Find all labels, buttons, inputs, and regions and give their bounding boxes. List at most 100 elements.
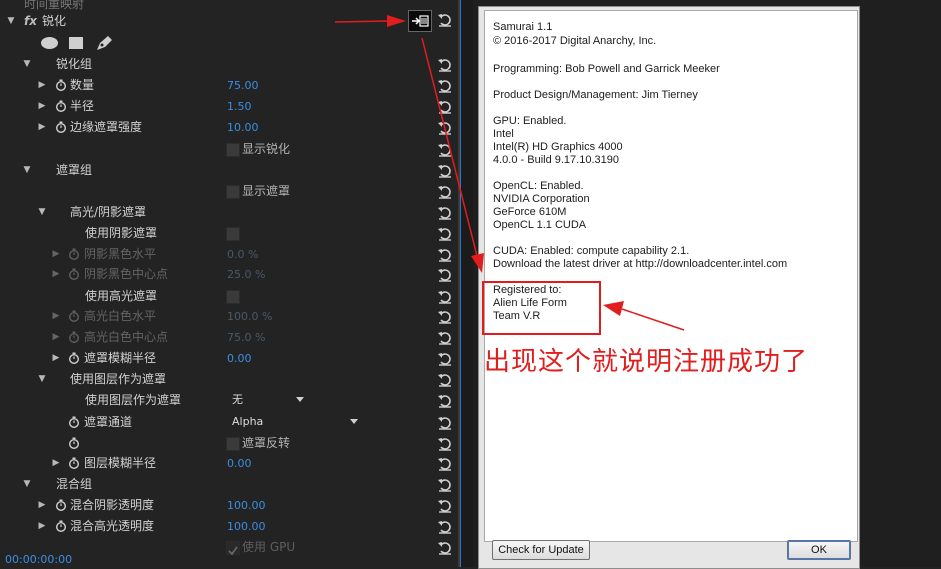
check-for-update-button[interactable]: Check for Update [492, 540, 590, 560]
reset-icon[interactable] [437, 226, 453, 241]
pen-mask-icon[interactable] [95, 35, 113, 51]
property-row[interactable]: ▼ 混合组 [0, 474, 458, 495]
reset-icon[interactable] [437, 456, 453, 471]
collapse-triangle-icon[interactable]: ▼ [6, 11, 16, 32]
stopwatch-icon[interactable] [68, 416, 80, 428]
collapse-triangle-icon[interactable]: ▼ [37, 202, 47, 223]
reset-icon[interactable] [437, 309, 453, 324]
reset-icon[interactable] [437, 99, 453, 114]
property-row[interactable]: 遮罩反转 [0, 433, 458, 454]
reset-icon[interactable] [437, 57, 453, 72]
effect-settings-icon[interactable] [408, 10, 432, 32]
checkbox[interactable] [226, 290, 240, 304]
collapse-triangle-icon[interactable]: ▼ [37, 369, 47, 390]
property-row[interactable]: ▶ 阴影黑色水平 0.0 % [0, 244, 458, 265]
property-row[interactable]: 使用阴影遮罩 [0, 223, 458, 244]
property-value[interactable]: 100.0 % [227, 306, 272, 327]
effect-header-sharpen[interactable]: ▼ fx 锐化 [0, 11, 458, 32]
expand-triangle-icon[interactable]: ▶ [51, 264, 61, 285]
expand-triangle-icon[interactable]: ▶ [37, 117, 47, 138]
ellipse-mask-icon[interactable] [41, 37, 58, 49]
rectangle-mask-icon[interactable] [69, 37, 83, 49]
dropdown-select[interactable]: 无 [226, 392, 308, 408]
property-row[interactable]: ▶ 高光白色水平 100.0 % [0, 306, 458, 327]
property-row[interactable]: ▼ 遮罩组 [0, 160, 458, 181]
property-row[interactable]: ▶ 图层模糊半径 0.00 [0, 453, 458, 474]
collapse-triangle-icon[interactable]: ▼ [22, 160, 32, 181]
expand-triangle-icon[interactable]: ▶ [51, 306, 61, 327]
expand-triangle-icon[interactable]: ▶ [51, 327, 61, 348]
collapse-triangle-icon[interactable]: ▼ [22, 54, 32, 75]
property-row[interactable]: ▶ 遮罩模糊半径 0.00 [0, 348, 458, 369]
property-row[interactable]: ▶ 阴影黑色中心点 25.0 % [0, 264, 458, 285]
property-value[interactable]: 75.00 [227, 75, 259, 96]
property-row[interactable]: 显示锐化 [0, 139, 458, 160]
expand-triangle-icon[interactable]: ▶ [51, 244, 61, 265]
reset-icon[interactable] [437, 415, 453, 430]
reset-icon[interactable] [437, 247, 453, 262]
property-row[interactable]: ▶ 混合阴影透明度 100.00 [0, 495, 458, 516]
stopwatch-icon[interactable] [68, 437, 80, 449]
fx-icon[interactable]: fx [24, 14, 37, 28]
checkbox[interactable] [226, 437, 240, 451]
property-row[interactable]: ▶ 半径 1.50 [0, 96, 458, 117]
reset-icon[interactable] [437, 519, 453, 534]
property-value[interactable]: 0.0 % [227, 244, 258, 265]
reset-icon[interactable] [437, 436, 453, 451]
stopwatch-icon[interactable] [68, 248, 80, 260]
property-row[interactable]: ▶ 边缘遮罩强度 10.00 [0, 117, 458, 138]
reset-icon[interactable] [437, 498, 453, 513]
property-value[interactable]: 100.00 [227, 495, 266, 516]
stopwatch-icon[interactable] [55, 100, 67, 112]
scrollbar[interactable] [461, 0, 473, 567]
reset-icon[interactable] [437, 205, 453, 220]
expand-triangle-icon[interactable]: ▶ [51, 453, 61, 474]
expand-triangle-icon[interactable]: ▶ [37, 495, 47, 516]
reset-icon[interactable] [437, 289, 453, 304]
reset-icon[interactable] [437, 540, 453, 555]
stopwatch-icon[interactable] [68, 457, 80, 469]
property-value[interactable]: 0.00 [227, 453, 252, 474]
reset-icon[interactable] [437, 184, 453, 199]
property-row[interactable]: ▼ 使用图层作为遮罩 [0, 369, 458, 390]
checkbox[interactable] [226, 541, 240, 556]
reset-icon[interactable] [437, 393, 453, 408]
collapse-triangle-icon[interactable]: ▼ [22, 474, 32, 495]
property-row[interactable]: ▶ 混合高光透明度 100.00 [0, 516, 458, 537]
reset-icon[interactable] [437, 163, 453, 178]
property-row[interactable]: 遮罩通道 Alpha [0, 412, 458, 433]
reset-icon[interactable] [437, 267, 453, 282]
reset-icon[interactable] [437, 351, 453, 366]
stopwatch-icon[interactable] [55, 499, 67, 511]
reset-icon[interactable] [437, 12, 453, 27]
reset-icon[interactable] [437, 120, 453, 135]
property-value[interactable]: 0.00 [227, 348, 252, 369]
stopwatch-icon[interactable] [55, 121, 67, 133]
property-row[interactable]: 显示遮罩 [0, 181, 458, 202]
stopwatch-icon[interactable] [68, 268, 80, 280]
property-value[interactable]: 10.00 [227, 117, 259, 138]
property-row[interactable]: ▶ 高光白色中心点 75.0 % [0, 327, 458, 348]
property-value[interactable]: 75.0 % [227, 327, 265, 348]
property-row[interactable]: ▶ 数量 75.00 [0, 75, 458, 96]
property-row[interactable]: 使用图层作为遮罩 无 [0, 390, 458, 411]
property-row[interactable]: 使用高光遮罩 [0, 286, 458, 307]
property-row[interactable]: ▼ 高光/阴影遮罩 [0, 202, 458, 223]
stopwatch-icon[interactable] [55, 520, 67, 532]
dropdown-select[interactable]: Alpha [226, 414, 362, 430]
property-value[interactable]: 1.50 [227, 96, 252, 117]
checkbox[interactable] [226, 227, 240, 241]
stopwatch-icon[interactable] [68, 331, 80, 343]
timecode[interactable]: 00:00:00:00 [5, 553, 72, 566]
expand-triangle-icon[interactable]: ▶ [51, 348, 61, 369]
reset-icon[interactable] [437, 477, 453, 492]
stopwatch-icon[interactable] [68, 352, 80, 364]
property-value[interactable]: 100.00 [227, 516, 266, 537]
ok-button[interactable]: OK [787, 540, 851, 560]
stopwatch-icon[interactable] [68, 310, 80, 322]
property-value[interactable]: 25.0 % [227, 264, 265, 285]
expand-triangle-icon[interactable]: ▶ [37, 75, 47, 96]
reset-icon[interactable] [437, 372, 453, 387]
reset-icon[interactable] [437, 78, 453, 93]
expand-triangle-icon[interactable]: ▶ [37, 516, 47, 537]
